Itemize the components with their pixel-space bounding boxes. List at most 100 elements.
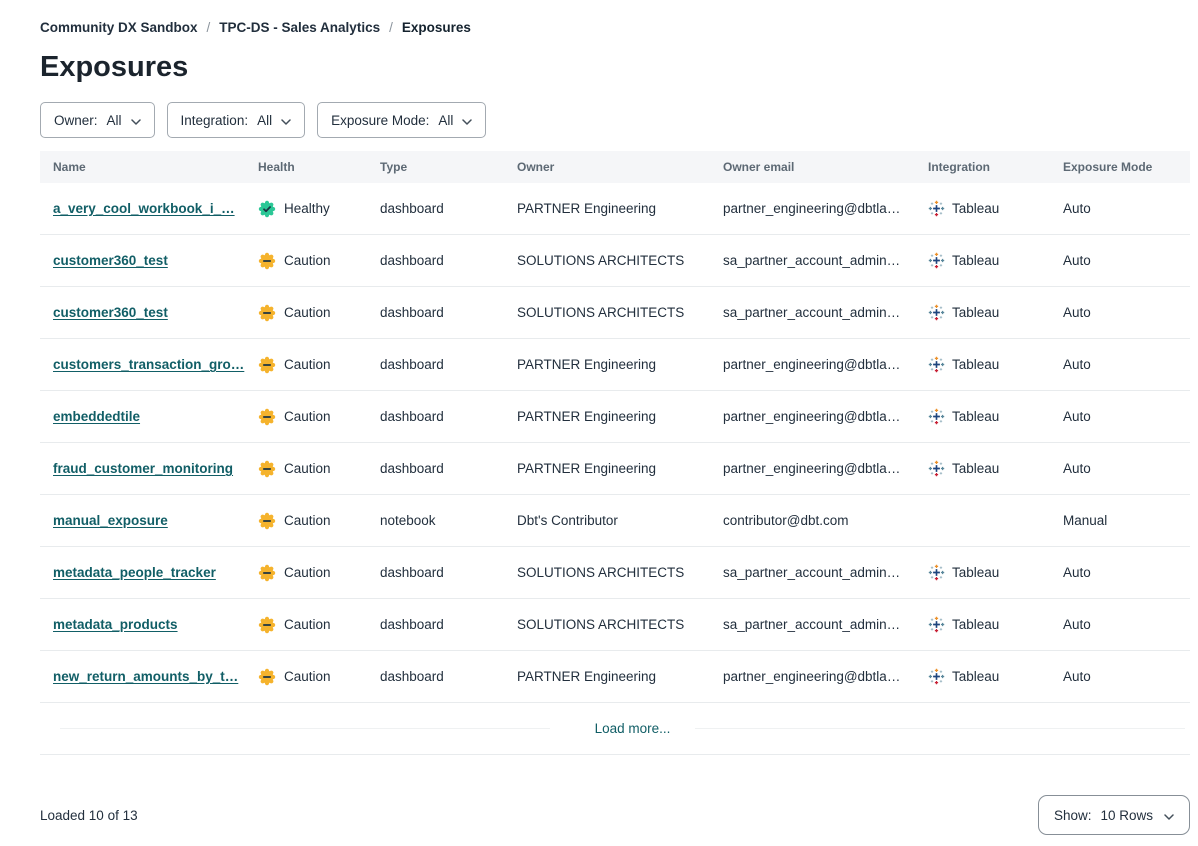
type-cell: dashboard <box>367 409 504 424</box>
column-header-name: Name <box>40 160 245 174</box>
health-cell: Caution <box>245 356 367 374</box>
integration-label: Tableau <box>952 305 999 320</box>
table-row: customer360_test Caution dashboard SOLUT… <box>40 235 1190 287</box>
tableau-icon <box>928 200 945 217</box>
exposure-name-link[interactable]: metadata_products <box>53 617 178 632</box>
breadcrumb: Community DX Sandbox / TPC-DS - Sales An… <box>40 20 1190 35</box>
divider <box>695 728 1185 729</box>
health-cell: Caution <box>245 512 367 530</box>
owner-cell: PARTNER Engineering <box>504 201 710 216</box>
integration-label: Tableau <box>952 409 999 424</box>
integration-label: Tableau <box>952 565 999 580</box>
loaded-status: Loaded 10 of 13 <box>40 808 138 823</box>
exposure-name-link[interactable]: customer360_test <box>53 305 168 320</box>
filter-integration-value: All <box>257 113 272 128</box>
exposure-mode-cell: Auto <box>1050 305 1190 320</box>
show-rows-dropdown[interactable]: Show: 10 Rows <box>1038 795 1190 835</box>
owner-email-cell: partner_engineering@dbtla… <box>710 669 915 684</box>
exposure-name-link[interactable]: fraud_customer_monitoring <box>53 461 233 476</box>
exposure-mode-cell: Auto <box>1050 617 1190 632</box>
table-footer: Loaded 10 of 13 Show: 10 Rows <box>40 795 1190 835</box>
table-row: new_return_amounts_by_t… Caution dashboa… <box>40 651 1190 703</box>
exposure-mode-cell: Auto <box>1050 565 1190 580</box>
health-cell: Caution <box>245 408 367 426</box>
exposure-name-link[interactable]: a_very_cool_workbook_i_… <box>53 201 235 216</box>
column-header-owner: Owner <box>504 160 710 174</box>
exposure-mode-cell: Auto <box>1050 253 1190 268</box>
filter-owner[interactable]: Owner:All <box>40 102 155 138</box>
filter-exposure-mode-value: All <box>438 113 453 128</box>
column-header-owner-email: Owner email <box>710 160 915 174</box>
integration-cell: Tableau <box>915 460 1050 477</box>
tableau-icon <box>928 408 945 425</box>
breadcrumb-link-environment[interactable]: TPC-DS - Sales Analytics <box>219 20 380 35</box>
chevron-down-icon <box>1164 808 1174 823</box>
exposure-name-link[interactable]: customer360_test <box>53 253 168 268</box>
exposure-name-link[interactable]: customers_transaction_gro… <box>53 357 244 372</box>
column-header-exposure-mode: Exposure Mode <box>1050 160 1190 174</box>
load-more-link[interactable]: Load more... <box>595 721 671 736</box>
exposure-name-link[interactable]: metadata_people_tracker <box>53 565 216 580</box>
table-row: a_very_cool_workbook_i_… Healthy dashboa… <box>40 183 1190 235</box>
owner-cell: SOLUTIONS ARCHITECTS <box>504 617 710 632</box>
health-badge <box>258 252 276 270</box>
column-header-type: Type <box>367 160 504 174</box>
integration-cell: Tableau <box>915 252 1050 269</box>
breadcrumb-link-project[interactable]: Community DX Sandbox <box>40 20 198 35</box>
health-badge <box>258 512 276 530</box>
integration-cell: Tableau <box>915 200 1050 217</box>
owner-email-cell: sa_partner_account_admin… <box>710 617 915 632</box>
exposure-name-link[interactable]: new_return_amounts_by_t… <box>53 669 238 684</box>
integration-label: Tableau <box>952 253 999 268</box>
filter-exposure-mode[interactable]: Exposure Mode:All <box>317 102 486 138</box>
tableau-icon <box>928 668 945 685</box>
exposure-name-link[interactable]: embeddedtile <box>53 409 140 424</box>
type-cell: dashboard <box>367 305 504 320</box>
type-cell: dashboard <box>367 461 504 476</box>
health-label: Caution <box>284 669 331 684</box>
chevron-down-icon <box>462 113 472 128</box>
health-badge <box>258 200 276 218</box>
health-label: Caution <box>284 513 331 528</box>
breadcrumb-separator: / <box>389 20 393 35</box>
table-body: a_very_cool_workbook_i_… Healthy dashboa… <box>40 183 1190 703</box>
exposures-page: Community DX Sandbox / TPC-DS - Sales An… <box>0 0 1198 835</box>
tableau-icon <box>928 616 945 633</box>
health-badge <box>258 356 276 374</box>
table-row: embeddedtile Caution dashboard PARTNER E… <box>40 391 1190 443</box>
exposure-mode-cell: Auto <box>1050 461 1190 476</box>
health-badge <box>258 304 276 322</box>
tableau-icon <box>928 304 945 321</box>
integration-cell: Tableau <box>915 304 1050 321</box>
health-label: Caution <box>284 305 331 320</box>
table-row: fraud_customer_monitoring Caution dashbo… <box>40 443 1190 495</box>
health-label: Caution <box>284 565 331 580</box>
type-cell: notebook <box>367 513 504 528</box>
type-cell: dashboard <box>367 253 504 268</box>
health-cell: Caution <box>245 564 367 582</box>
owner-cell: PARTNER Engineering <box>504 461 710 476</box>
health-label: Caution <box>284 253 331 268</box>
table-row: manual_exposure Caution notebook Dbt's C… <box>40 495 1190 547</box>
tableau-icon <box>928 356 945 373</box>
exposure-mode-cell: Auto <box>1050 357 1190 372</box>
owner-cell: PARTNER Engineering <box>504 669 710 684</box>
owner-email-cell: sa_partner_account_admin… <box>710 305 915 320</box>
integration-label: Tableau <box>952 617 999 632</box>
type-cell: dashboard <box>367 565 504 580</box>
exposure-name-link[interactable]: manual_exposure <box>53 513 168 528</box>
filter-integration[interactable]: Integration:All <box>167 102 306 138</box>
chevron-down-icon <box>281 113 291 128</box>
integration-label: Tableau <box>952 669 999 684</box>
owner-cell: PARTNER Engineering <box>504 357 710 372</box>
filter-owner-value: All <box>107 113 122 128</box>
integration-cell: Tableau <box>915 408 1050 425</box>
health-badge <box>258 668 276 686</box>
owner-cell: Dbt's Contributor <box>504 513 710 528</box>
chevron-down-icon <box>131 113 141 128</box>
health-badge <box>258 564 276 582</box>
filter-bar: Owner:All Integration:All Exposure Mode:… <box>40 102 1190 138</box>
column-header-integration: Integration <box>915 160 1050 174</box>
health-cell: Caution <box>245 304 367 322</box>
health-label: Caution <box>284 617 331 632</box>
